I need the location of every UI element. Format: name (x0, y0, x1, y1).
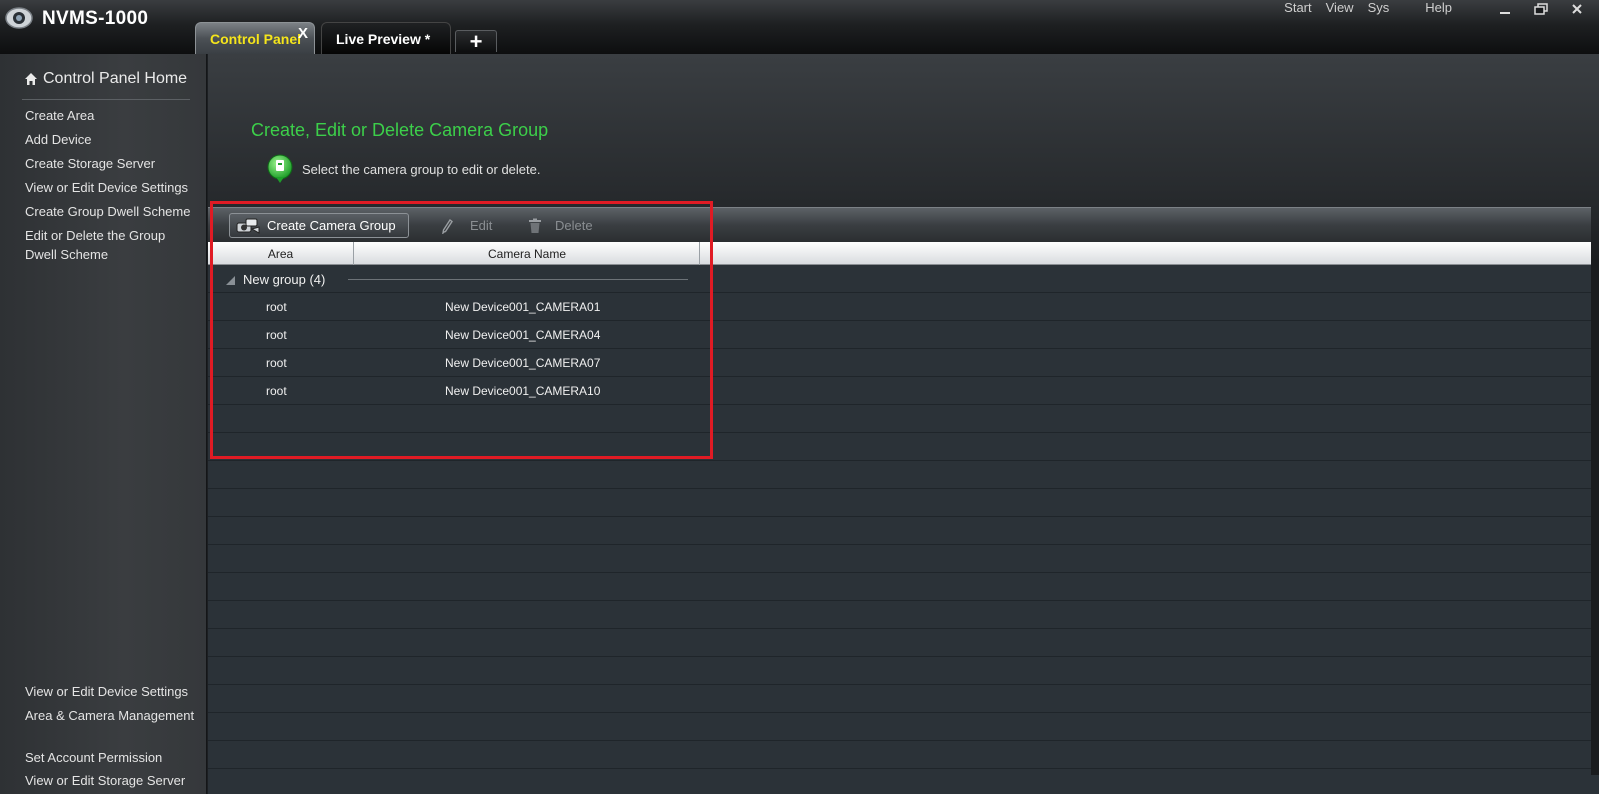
sidebar-item-create-storage-server[interactable]: Create Storage Server (25, 154, 205, 173)
trash-icon (529, 218, 541, 233)
edit-label: Edit (470, 218, 493, 233)
collapse-triangle-icon[interactable] (226, 275, 235, 285)
info-bubble-icon (267, 154, 293, 183)
sidebar: Control Panel Home Create Area Add Devic… (0, 54, 207, 794)
tab-control-panel-label: Control Panel (210, 30, 302, 47)
table-row[interactable]: root New Device001_CAMERA07 (208, 349, 700, 377)
cell-area: root (266, 300, 287, 314)
group-divider (348, 279, 688, 280)
menu-view[interactable]: View (1319, 0, 1361, 16)
delete-button[interactable]: Delete (528, 213, 593, 238)
menu-start[interactable]: Start (1277, 0, 1318, 16)
tab-live-preview-label: Live Preview * (336, 30, 431, 47)
control-panel-home-label: Control Panel Home (43, 70, 188, 87)
minimize-icon (1500, 12, 1510, 14)
group-label: New group (4) (243, 271, 326, 287)
sidebar-item-add-device[interactable]: Add Device (25, 130, 205, 149)
cell-area: root (266, 328, 287, 342)
restore-button[interactable] (1525, 0, 1557, 18)
main-bottom-strip (208, 775, 1599, 794)
table-row[interactable]: root New Device001_CAMERA10 (208, 377, 700, 405)
menu-help[interactable]: Help (1418, 0, 1459, 16)
group-row[interactable]: New group (4) (208, 265, 700, 293)
delete-label: Delete (555, 218, 593, 233)
create-camera-group-button[interactable]: Create Camera Group (229, 213, 409, 238)
menu-sys[interactable]: Sys (1361, 0, 1397, 16)
cell-area: root (266, 356, 287, 370)
close-button[interactable] (1561, 0, 1593, 18)
hint-text: Select the camera group to edit or delet… (302, 162, 541, 177)
sidebar-item-view-edit-storage-server[interactable]: View or Edit Storage Server (25, 771, 205, 790)
camera-group-grid: New group (4) root New Device001_CAMERA0… (208, 265, 1591, 775)
sidebar-item-create-area[interactable]: Create Area (25, 106, 205, 125)
create-camera-group-label: Create Camera Group (267, 218, 396, 233)
sidebar-item-create-group-dwell-scheme[interactable]: Create Group Dwell Scheme (25, 202, 205, 221)
column-header-camera-name[interactable]: Camera Name (355, 242, 700, 265)
tab-control-panel[interactable]: Control Panel X (195, 22, 315, 54)
camera-group-icon (236, 218, 260, 234)
minimize-button[interactable] (1489, 0, 1521, 18)
sidebar-item-view-edit-device-settings-2[interactable]: View or Edit Device Settings (25, 682, 205, 701)
pencil-icon (442, 218, 453, 234)
cell-camera-name: New Device001_CAMERA07 (445, 356, 601, 370)
cell-area: root (266, 384, 287, 398)
page-title: Create, Edit or Delete Camera Group (251, 120, 549, 140)
sidebar-item-view-edit-device-settings[interactable]: View or Edit Device Settings (25, 178, 205, 197)
top-menu: Start View Sys Help (1277, 0, 1459, 16)
tab-live-preview[interactable]: Live Preview * (321, 22, 451, 54)
table-row[interactable]: root New Device001_CAMERA01 (208, 293, 700, 321)
cell-camera-name: New Device001_CAMERA10 (445, 384, 601, 398)
home-icon (25, 73, 37, 85)
grid-header: Area Camera Name (208, 242, 1591, 265)
table-row[interactable]: root New Device001_CAMERA04 (208, 321, 700, 349)
window-controls (1489, 0, 1593, 18)
cell-camera-name: New Device001_CAMERA01 (445, 300, 601, 314)
sidebar-item-area-camera-management[interactable]: Area & Camera Management (25, 706, 205, 725)
control-panel-home-link[interactable]: Control Panel Home (24, 70, 187, 88)
cell-camera-name: New Device001_CAMERA04 (445, 328, 601, 342)
add-tab-button[interactable]: + (455, 30, 497, 52)
tab-close-icon[interactable]: X (298, 25, 308, 42)
sidebar-item-edit-delete-group-dwell-scheme[interactable]: Edit or Delete the Group Dwell Scheme (25, 226, 180, 264)
main-panel: Create, Edit or Delete Camera Group Sele… (208, 54, 1599, 794)
app-title: NVMS-1000 (42, 8, 149, 29)
edit-button[interactable]: Edit (441, 213, 492, 238)
restore-icon (1534, 3, 1548, 15)
title-bar: NVMS-1000 Start View Sys Help Control Pa… (0, 0, 1599, 54)
column-header-area[interactable]: Area (208, 242, 354, 265)
sidebar-item-set-account-permission[interactable]: Set Account Permission (25, 748, 205, 767)
close-icon (1572, 4, 1582, 14)
sidebar-divider (22, 99, 190, 100)
app-logo-icon (5, 7, 33, 29)
toolbar: Create Camera Group Edit Delete (208, 207, 1591, 242)
